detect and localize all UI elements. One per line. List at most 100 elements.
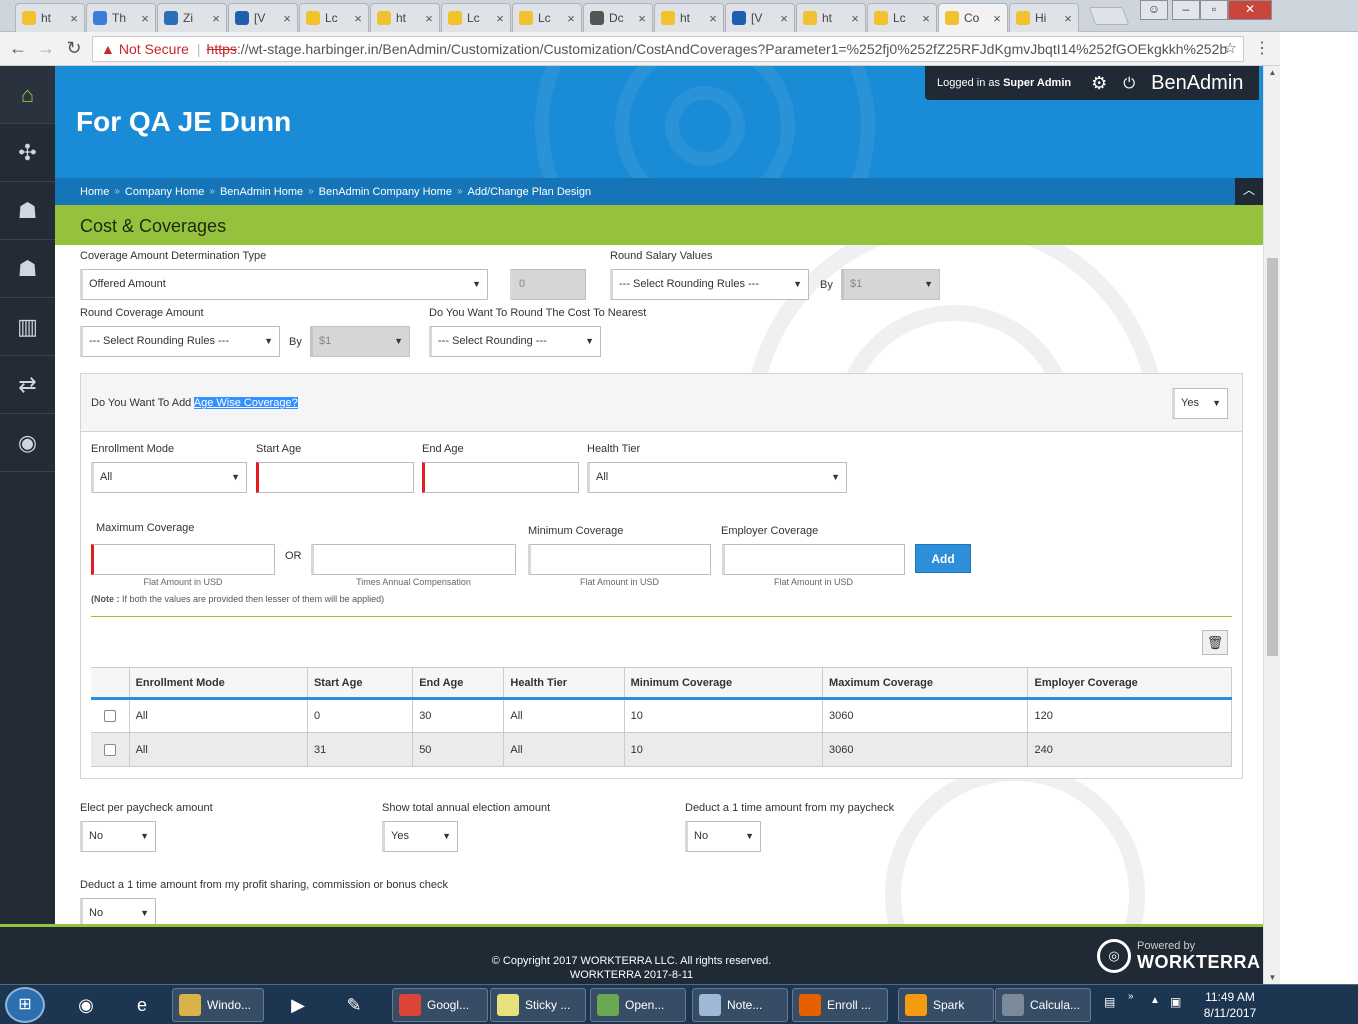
close-tab-icon[interactable]: × xyxy=(848,11,862,26)
taskbar-app-button[interactable]: Calcula... xyxy=(995,988,1091,1022)
close-tab-icon[interactable]: × xyxy=(990,11,1004,26)
elect-per-paycheck-select[interactable]: No ▼ xyxy=(80,821,156,852)
start-age-input[interactable] xyxy=(256,462,414,493)
deduct-bonus-select[interactable]: No ▼ xyxy=(80,898,156,924)
round-salary-select[interactable]: --- Select Rounding Rules --- ▼ xyxy=(610,269,809,300)
breadcrumb-link[interactable]: BenAdmin Company Home xyxy=(319,186,452,198)
breadcrumb-link[interactable]: Home xyxy=(80,186,109,198)
row-checkbox[interactable] xyxy=(103,743,116,756)
taskbar-app-button[interactable]: Note... xyxy=(692,988,788,1022)
taskbar-app-button[interactable]: Open... xyxy=(590,988,686,1022)
clock[interactable]: 11:49 AM 8/11/2017 xyxy=(1190,989,1270,1021)
browser-tab[interactable]: Lc × xyxy=(867,3,937,32)
browser-tab[interactable]: Co × xyxy=(938,3,1008,32)
browser-tab[interactable]: Lc × xyxy=(512,3,582,32)
age-wise-answer-select[interactable]: Yes ▼ xyxy=(1172,388,1228,419)
internet-explorer-icon[interactable]: e xyxy=(118,988,166,1022)
scrollbar-thumb[interactable] xyxy=(1267,258,1278,656)
round-coverage-by-select[interactable]: $1 ▼ xyxy=(310,326,410,357)
close-tab-icon[interactable]: × xyxy=(706,11,720,26)
browser-tab[interactable]: ht × xyxy=(796,3,866,32)
tray-expand-icon[interactable]: » xyxy=(1128,991,1134,1002)
end-age-input[interactable] xyxy=(422,462,579,493)
row-checkbox[interactable] xyxy=(103,710,116,723)
times-compensation-input[interactable] xyxy=(311,544,516,575)
close-tab-icon[interactable]: × xyxy=(138,11,152,26)
browser-tab[interactable]: Zi × xyxy=(157,3,227,32)
add-button[interactable]: Add xyxy=(915,544,971,573)
browser-tab[interactable]: Lc × xyxy=(441,3,511,32)
close-window-button[interactable]: ✕ xyxy=(1228,0,1272,20)
deduct-paycheck-select[interactable]: No ▼ xyxy=(685,821,761,852)
chrome-icon[interactable]: ◉ xyxy=(62,988,110,1022)
column-header[interactable]: Health Tier xyxy=(503,667,625,700)
power-icon[interactable]: ⏻ xyxy=(1123,75,1135,92)
coverage-type-select[interactable]: Offered Amount ▼ xyxy=(80,269,488,300)
sidebar-item-user-star[interactable]: ☗ xyxy=(0,182,55,240)
sidebar-item-chat[interactable]: ◉ xyxy=(0,414,55,472)
taskbar-app-button[interactable]: Enroll ... xyxy=(792,988,888,1022)
close-tab-icon[interactable]: × xyxy=(1061,11,1075,26)
table-cell[interactable]: All xyxy=(129,698,308,733)
sidebar-item-home[interactable]: ⌂ xyxy=(0,66,55,124)
sidebar-item-user[interactable]: ☗ xyxy=(0,240,55,298)
close-tab-icon[interactable]: × xyxy=(493,11,507,26)
taskbar-app-button[interactable]: Windo... xyxy=(172,988,264,1022)
windows-start-icon[interactable]: ⊞ xyxy=(5,987,45,1023)
media-player-icon[interactable]: ▶ xyxy=(274,988,322,1022)
breadcrumb-link[interactable]: BenAdmin Home xyxy=(220,186,303,198)
close-tab-icon[interactable]: × xyxy=(351,11,365,26)
max-coverage-input[interactable] xyxy=(91,544,275,575)
coverage-amount-input[interactable]: 0 xyxy=(510,269,586,300)
round-cost-select[interactable]: --- Select Rounding --- ▼ xyxy=(429,326,601,357)
round-coverage-select[interactable]: --- Select Rounding Rules --- ▼ xyxy=(80,326,280,357)
sidebar-item-transfer[interactable]: ⇄ xyxy=(0,356,55,414)
paint-icon[interactable]: ✎ xyxy=(330,988,378,1022)
table-cell[interactable]: All xyxy=(129,732,308,767)
bookmark-star-icon[interactable]: ☆ xyxy=(1224,37,1237,61)
column-header[interactable]: End Age xyxy=(412,667,505,700)
vertical-scrollbar[interactable]: ▲ ▼ xyxy=(1263,66,1280,984)
column-header[interactable]: Employer Coverage xyxy=(1027,667,1232,700)
browser-tab[interactable]: ht × xyxy=(15,3,85,32)
user-icon[interactable]: ☺ xyxy=(1140,0,1168,20)
show-total-select[interactable]: Yes ▼ xyxy=(382,821,458,852)
trash-icon[interactable]: 🗑 xyxy=(1202,630,1228,655)
network-icon[interactable]: ▣ xyxy=(1170,995,1181,1009)
collapse-header-button[interactable]: ︿ xyxy=(1235,178,1263,205)
url-input[interactable]: ▲ Not Secure | https://wt-stage.harbinger.i… xyxy=(92,36,1244,62)
browser-tab[interactable]: Th × xyxy=(86,3,156,32)
tray-folder-icon[interactable]: ▤ xyxy=(1104,995,1115,1009)
browser-tab[interactable]: [V × xyxy=(228,3,298,32)
close-tab-icon[interactable]: × xyxy=(209,11,223,26)
browser-tab[interactable]: Lc × xyxy=(299,3,369,32)
column-header[interactable]: Minimum Coverage xyxy=(624,667,824,700)
browser-tab[interactable]: Hi × xyxy=(1009,3,1079,32)
min-coverage-input[interactable] xyxy=(528,544,711,575)
employer-coverage-input[interactable] xyxy=(722,544,905,575)
column-header[interactable]: Enrollment Mode xyxy=(129,667,308,700)
reload-icon[interactable]: ↻ xyxy=(64,38,84,59)
taskbar-app-button[interactable]: Spark xyxy=(898,988,994,1022)
close-tab-icon[interactable]: × xyxy=(67,11,81,26)
forward-icon[interactable]: → xyxy=(36,38,56,59)
back-icon[interactable]: ← xyxy=(8,38,28,59)
scroll-down-icon[interactable]: ▼ xyxy=(1264,973,1281,982)
minimize-button[interactable]: – xyxy=(1172,0,1200,20)
sidebar-item-puzzle[interactable]: ✣ xyxy=(0,124,55,182)
close-tab-icon[interactable]: × xyxy=(777,11,791,26)
taskbar-app-button[interactable]: Sticky ... xyxy=(490,988,586,1022)
column-header[interactable]: Start Age xyxy=(307,667,414,700)
gear-icon[interactable]: ⚙ xyxy=(1091,73,1107,94)
health-tier-select[interactable]: All ▼ xyxy=(587,462,847,493)
breadcrumb-link[interactable]: Company Home xyxy=(125,186,204,198)
browser-tab[interactable]: ht × xyxy=(654,3,724,32)
scroll-up-icon[interactable]: ▲ xyxy=(1264,68,1281,77)
new-tab-button[interactable] xyxy=(1088,7,1130,25)
browser-tab[interactable]: Dc × xyxy=(583,3,653,32)
round-salary-by-select[interactable]: $1 ▼ xyxy=(841,269,940,300)
close-tab-icon[interactable]: × xyxy=(919,11,933,26)
enrollment-mode-select[interactable]: All ▼ xyxy=(91,462,247,493)
close-tab-icon[interactable]: × xyxy=(564,11,578,26)
maximize-button[interactable]: ▫ xyxy=(1200,0,1228,20)
